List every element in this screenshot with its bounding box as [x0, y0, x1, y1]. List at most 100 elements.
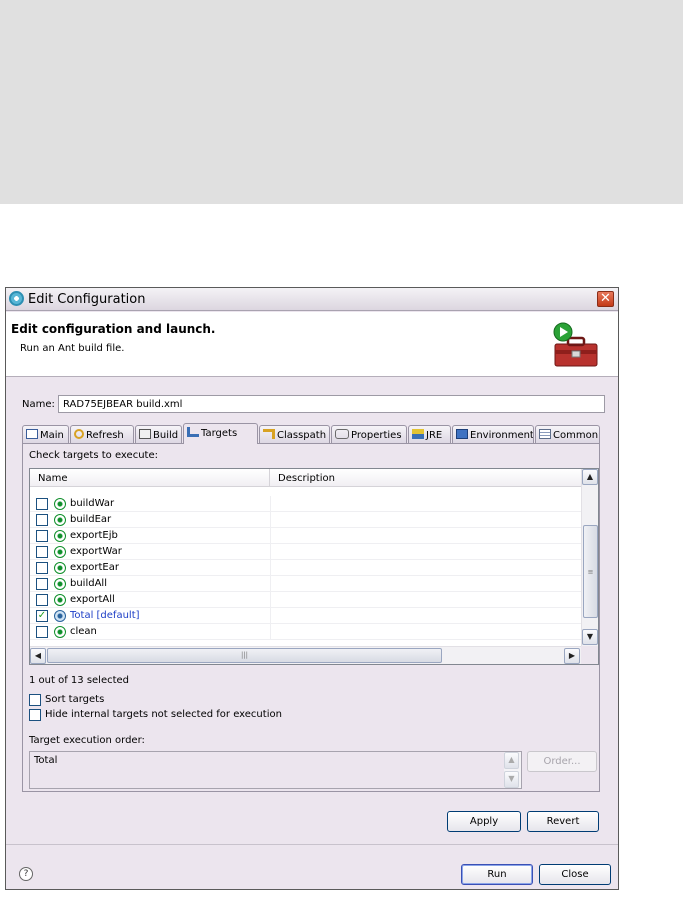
target-name: exportEjb [70, 530, 118, 541]
target-checkbox[interactable] [36, 562, 48, 574]
column-divider [270, 560, 271, 576]
target-name: exportEar [70, 562, 119, 573]
target-checkbox[interactable] [36, 578, 48, 590]
tab-refresh[interactable]: Refresh [70, 425, 134, 443]
target-checkbox[interactable] [36, 530, 48, 542]
target-name: Total [default] [70, 610, 140, 621]
header-subtitle: Run an Ant build file. [20, 343, 125, 354]
column-header-name[interactable]: Name [30, 469, 270, 487]
table-row[interactable]: buildAll [30, 576, 581, 592]
tab-main[interactable]: Main [22, 425, 69, 443]
vertical-scroll-thumb[interactable]: ≡ [583, 525, 598, 618]
footer-separator [6, 844, 618, 845]
execution-order-scrollbar[interactable]: ▲ ▼ [504, 752, 521, 788]
target-icon [54, 594, 66, 606]
classpath-icon [263, 429, 275, 439]
target-name: buildWar [70, 498, 115, 509]
scroll-left-icon[interactable]: ◀ [30, 648, 46, 664]
scroll-right-icon[interactable]: ▶ [564, 648, 580, 664]
target-checkbox[interactable] [36, 594, 48, 606]
scroll-down-icon[interactable]: ▼ [582, 629, 598, 645]
refresh-icon [74, 429, 84, 439]
window-title: Edit Configuration [28, 292, 146, 307]
scroll-corner [581, 646, 598, 664]
target-icon [54, 626, 66, 638]
tab-jre[interactable]: JRE [408, 425, 451, 443]
scroll-down-icon[interactable]: ▼ [504, 771, 519, 788]
target-icon [54, 514, 66, 526]
target-checkbox[interactable] [36, 546, 48, 558]
table-row[interactable]: buildWar [30, 496, 581, 512]
background-band [0, 0, 683, 204]
table-row[interactable]: exportEar [30, 560, 581, 576]
column-divider [270, 512, 271, 528]
target-icon [54, 562, 66, 574]
table-row[interactable]: clean [30, 624, 581, 640]
ant-toolbox-icon [553, 322, 598, 367]
target-icon [54, 546, 66, 558]
column-header-description[interactable]: Description [270, 469, 581, 487]
tab-targets[interactable]: Targets [183, 423, 258, 444]
default-target-icon [54, 610, 66, 622]
table-row[interactable]: exportAll [30, 592, 581, 608]
execution-order-value: Total [34, 755, 58, 766]
common-icon [539, 429, 551, 439]
column-divider [270, 608, 271, 624]
target-icon [54, 578, 66, 590]
table-row[interactable]: ✓ Total [default] [30, 608, 581, 624]
targets-panel: Check targets to execute: Name Descripti… [22, 443, 600, 792]
check-targets-label: Check targets to execute: [29, 450, 158, 461]
horizontal-scrollbar[interactable]: ◀ ||| ▶ [30, 646, 581, 664]
tab-environment[interactable]: Environment [452, 425, 534, 443]
target-checkbox[interactable] [36, 626, 48, 638]
targets-table: Name Description buildWar buildEar expor… [29, 468, 599, 665]
target-name: buildEar [70, 514, 112, 525]
target-checkbox[interactable] [36, 498, 48, 510]
table-row[interactable]: exportEjb [30, 528, 581, 544]
scroll-up-icon[interactable]: ▲ [582, 469, 598, 485]
target-name: clean [70, 626, 97, 637]
launch-config-icon [9, 291, 24, 306]
tab-properties[interactable]: Properties [331, 425, 407, 443]
title-bar[interactable]: Edit Configuration ✕ [6, 288, 618, 311]
close-button[interactable]: Close [539, 864, 611, 885]
horizontal-scroll-thumb[interactable]: ||| [47, 648, 442, 663]
hide-internal-checkbox[interactable] [29, 709, 41, 721]
sort-targets-option[interactable]: Sort targets [29, 693, 229, 707]
revert-button[interactable]: Revert [527, 811, 599, 832]
order-button[interactable]: Order... [527, 751, 597, 772]
target-name: buildAll [70, 578, 107, 589]
column-divider [270, 624, 271, 640]
name-input[interactable] [58, 395, 605, 413]
properties-icon [335, 429, 349, 439]
jre-icon [412, 429, 424, 439]
header-title: Edit configuration and launch. [11, 322, 216, 336]
target-name: exportAll [70, 594, 115, 605]
column-divider [270, 528, 271, 544]
column-divider [270, 576, 271, 592]
scroll-up-icon[interactable]: ▲ [504, 752, 519, 769]
tab-bar: Main Refresh Build Targets Classpath Pro… [22, 423, 600, 444]
hide-internal-label: Hide internal targets not selected for e… [45, 709, 282, 720]
target-checkbox[interactable] [36, 514, 48, 526]
build-icon [139, 429, 151, 439]
tab-common[interactable]: Common [535, 425, 600, 443]
close-icon[interactable]: ✕ [597, 291, 614, 307]
vertical-scrollbar[interactable]: ▲ ≡ ▼ [581, 469, 598, 646]
tab-build[interactable]: Build [135, 425, 182, 443]
sort-targets-checkbox[interactable] [29, 694, 41, 706]
sort-targets-label: Sort targets [45, 694, 105, 705]
execution-order-box: Total ▲ ▼ [29, 751, 522, 789]
column-divider [270, 544, 271, 560]
apply-button[interactable]: Apply [447, 811, 521, 832]
help-icon[interactable]: ? [19, 867, 33, 881]
table-row[interactable]: buildEar [30, 512, 581, 528]
hide-internal-option[interactable]: Hide internal targets not selected for e… [29, 708, 429, 722]
tab-classpath[interactable]: Classpath [259, 425, 330, 443]
main-tab-icon [26, 429, 38, 439]
target-checkbox-checked[interactable]: ✓ [36, 610, 48, 622]
run-button[interactable]: Run [461, 864, 533, 885]
dialog-header: Edit configuration and launch. Run an An… [6, 312, 618, 377]
table-row[interactable]: exportWar [30, 544, 581, 560]
edit-configuration-dialog: Edit Configuration ✕ Edit configuration … [5, 287, 619, 890]
